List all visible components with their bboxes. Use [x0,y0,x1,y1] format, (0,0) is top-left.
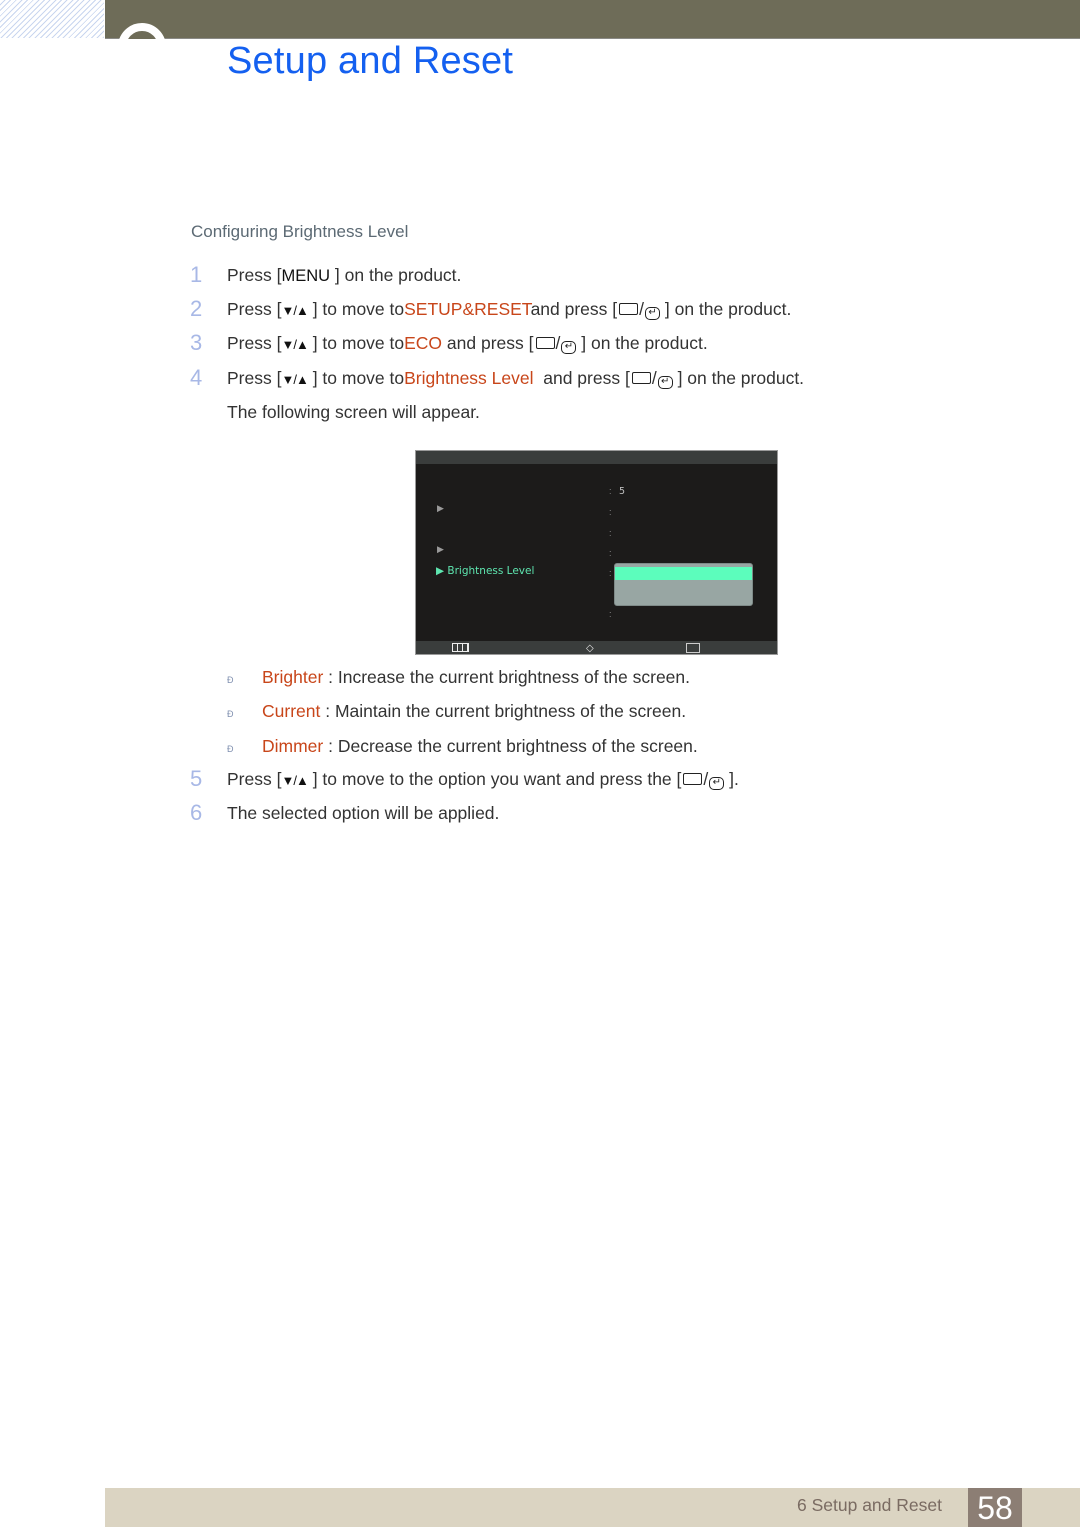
source-button-icon [683,773,703,785]
down-up-arrows-icon: ▼/▲ [281,337,308,352]
step-1: 1 Press [MENU ] on the product. [190,262,461,288]
option-current: Current : Maintain the current brightnes… [262,701,686,722]
step-2: 2 Press [▼/▲ ] to move toSETUP&RESETand p… [190,296,792,321]
step-text: ] on the product. [576,333,708,353]
source-button-icon [535,337,555,349]
menu-highlight: SETUP&RESET [404,299,531,319]
chapter-header-bar [105,0,1080,39]
step-text: and press [ [533,368,630,388]
step-4: 4 Press [▼/▲ ] to move toBrightness Level… [190,365,805,390]
source-button-icon [631,372,651,384]
step-text: ] on the product. [660,299,792,319]
osd-colon: : [609,609,612,619]
page-number: 58 [968,1488,1022,1527]
step-text: Press [ [227,299,282,319]
bullet-icon: Ð [227,744,234,754]
option-desc: : Maintain the current brightness of the… [320,701,687,721]
osd-submenu-arrow-icon: ▶ [437,503,444,513]
step-text: ] to move to [307,299,405,319]
osd-colon: : [609,507,612,517]
step-number: 5 [190,766,203,791]
step-text: ] on the product. [330,265,462,285]
down-up-arrows-icon: ▼/▲ [281,372,308,387]
menu-highlight: Brightness Level [404,368,534,388]
option-name: Current [262,701,321,721]
step-text: ] to move to the option you want and pre… [307,769,682,789]
chapter-circle-icon [118,23,166,71]
osd-menu-screenshot: ▶ ▶ ▶ Brightness Level : 5 : : : : : ◇ [415,450,778,655]
step-text: ] to move to [307,333,405,353]
step-number: 3 [190,330,203,355]
step-text: The selected option will be applied. [227,803,500,823]
step-6: 6 The selected option will be applied. [190,800,499,826]
osd-option-highlight [615,567,752,580]
enter-icon [686,643,700,653]
corner-hatch-decoration [0,0,104,38]
enter-button-icon: ↵ [657,376,673,389]
step-number: 1 [190,262,203,287]
option-desc: : Decrease the current brightness of the… [323,736,698,756]
step-text: ]. [724,769,739,789]
osd-footer-bar: ◇ [416,641,777,654]
menu-key-label: MENU [281,267,331,285]
following-screen-text: The following screen will appear. [227,402,480,422]
down-up-arrows-icon: ▼/▲ [281,773,308,788]
bullet-icon: Ð [227,675,234,685]
osd-header-bar [416,451,777,464]
footer-chapter-label: 6 Setup and Reset [797,1495,942,1515]
enter-button-icon: ↵ [709,777,725,790]
section-title: Configuring Brightness Level [191,222,409,241]
osd-colon: : [609,568,612,578]
osd-submenu-arrow-icon: ▶ [437,544,444,554]
osd-selected-item: ▶ Brightness Level [436,565,535,577]
menu-icon [452,643,469,652]
step-text: Press [ [227,769,282,789]
source-button-icon [619,303,639,315]
option-name: Dimmer [262,736,324,756]
enter-button-icon: ↵ [561,341,577,354]
option-desc: : Increase the current brightness of the… [323,667,691,687]
osd-colon: : [609,528,612,538]
step-3: 3 Press [▼/▲ ] to move toECO and press [/… [190,330,708,355]
step-text: Press [ [227,368,282,388]
step-number: 6 [190,800,203,825]
step-text: and press [ [442,333,534,353]
step-number: 2 [190,296,203,321]
down-up-arrows-icon: ▼/▲ [281,303,308,318]
step-text: and press [ [530,299,618,319]
osd-colon: : [609,548,612,558]
bullet-icon: Ð [227,709,234,719]
menu-highlight: ECO [404,333,443,353]
step-text: Press [ [227,265,282,285]
osd-value: 5 [619,486,626,497]
step-text: Press [ [227,333,282,353]
option-name: Brighter [262,667,324,687]
step-text: ] to move to [307,368,405,388]
option-brighter: Brighter : Increase the current brightne… [262,667,690,688]
step-number: 4 [190,365,203,390]
osd-option-popup [614,563,753,606]
step-text: ] on the product. [672,368,805,388]
up-down-icon: ◇ [586,643,594,654]
enter-button-icon: ↵ [645,307,661,320]
osd-colon: : [609,486,612,496]
step-5: 5 Press [▼/▲ ] to move to the option you … [190,766,739,791]
option-dimmer: Dimmer : Decrease the current brightness… [262,736,698,757]
page-title: Setup and Reset [227,40,514,82]
